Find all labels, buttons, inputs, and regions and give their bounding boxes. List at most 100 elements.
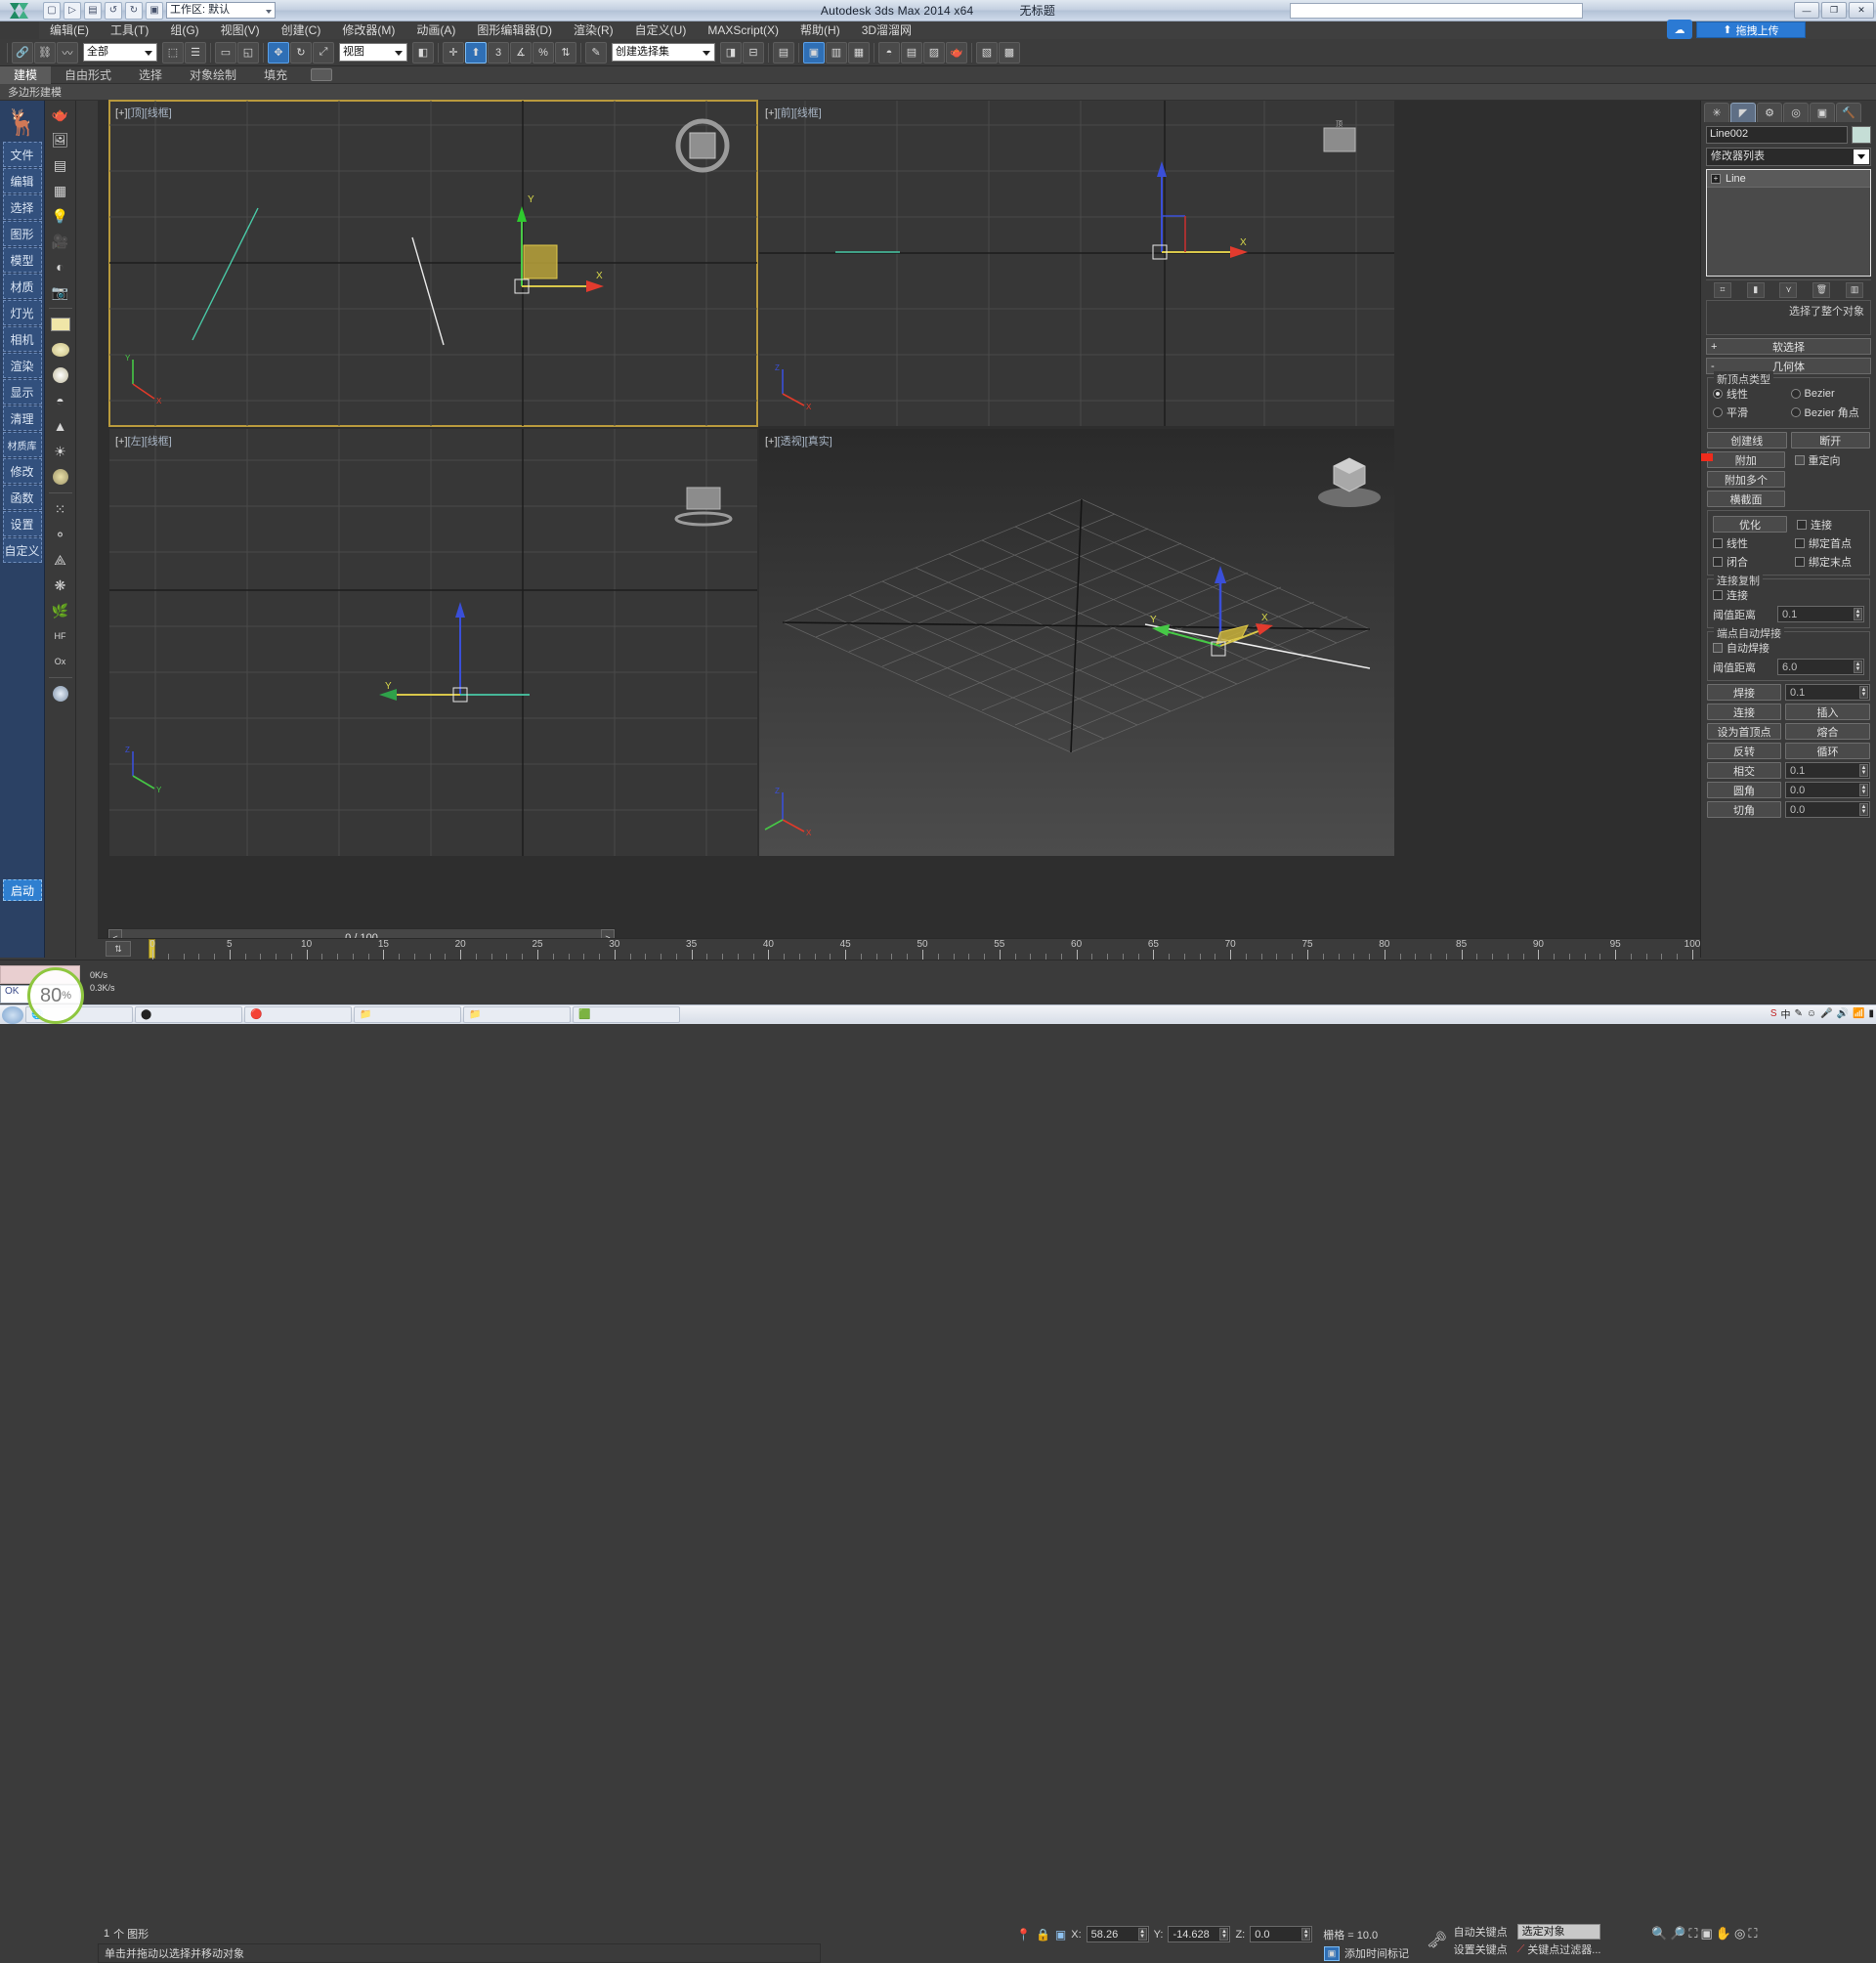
viewport-front-plus[interactable]: [+]: [765, 107, 778, 119]
sidebar-item-material[interactable]: 材质: [2, 274, 42, 299]
tab-display[interactable]: ▣: [1810, 103, 1835, 122]
object-name-field[interactable]: Line002: [1706, 126, 1848, 144]
cross-section-button[interactable]: 横截面: [1707, 491, 1785, 507]
select-and-manipulate-icon[interactable]: ✛: [443, 41, 464, 64]
tab-modify[interactable]: ◤: [1730, 103, 1756, 122]
reverse-button[interactable]: 反转: [1707, 743, 1781, 759]
linear-checkbox[interactable]: 线性: [1713, 535, 1791, 551]
viewport-left-plus[interactable]: [+]: [115, 436, 128, 448]
curve-editor-icon[interactable]: ▥: [826, 41, 847, 64]
menu-item-modifiers[interactable]: 修改器(M): [331, 21, 405, 39]
pin-stack-icon[interactable]: ⌗: [1713, 281, 1731, 298]
open-mini-curve-editor-icon[interactable]: ⇅: [106, 941, 131, 957]
snaps-toggle-icon[interactable]: ⬆: [465, 41, 487, 64]
key-filter-combo[interactable]: 选定对象: [1516, 1924, 1601, 1940]
tray-sogou-icon[interactable]: S: [1770, 1008, 1777, 1019]
grass-icon[interactable]: 🌿: [48, 599, 73, 622]
menu-item-edit[interactable]: 编辑(E): [39, 21, 100, 39]
remove-modifier-icon[interactable]: 🗑: [1812, 281, 1831, 298]
mirror-icon[interactable]: ◨: [720, 41, 742, 64]
tray-emoji-icon[interactable]: ☺: [1807, 1008, 1816, 1019]
viewport-persp-plus[interactable]: [+]: [765, 436, 778, 448]
auto-weld-checkbox[interactable]: 自动焊接: [1713, 640, 1769, 656]
refine-button[interactable]: 优化: [1713, 516, 1787, 533]
closed-checkbox[interactable]: 闭合: [1713, 554, 1791, 570]
tray-network-icon[interactable]: 📶: [1853, 1008, 1864, 1019]
menu-item-3dliuliu[interactable]: 3D溜溜网: [851, 21, 922, 39]
sidebar-item-display[interactable]: 显示: [2, 379, 42, 405]
show-end-result-icon[interactable]: ▮: [1746, 281, 1765, 298]
tab-motion[interactable]: ◎: [1783, 103, 1809, 122]
unwrap-icon[interactable]: ⟁: [48, 548, 73, 572]
scene-explorer-icon[interactable]: ▦: [48, 179, 73, 202]
spinner-updown-icon[interactable]: ▲ ▼: [1854, 608, 1862, 620]
tray-pen-icon[interactable]: ✎: [1795, 1008, 1803, 1019]
cross-insert-button[interactable]: 相交: [1707, 762, 1781, 779]
configure-sets-icon[interactable]: ▥: [1846, 281, 1864, 298]
cone-icon[interactable]: ▲: [48, 414, 73, 438]
viewport-top-shading[interactable]: [线框]: [145, 107, 172, 119]
viewport-left-view[interactable]: [左]: [128, 436, 145, 448]
absolute-relative-icon[interactable]: ▣: [1055, 1928, 1066, 1942]
ribbon-tab-object-paint[interactable]: 对象绘制: [176, 66, 250, 84]
light-settings-icon[interactable]: 💡: [48, 204, 73, 228]
angle-snap-3d-icon[interactable]: 3: [488, 41, 509, 64]
z-coord-field[interactable]: 0.0 ▲ ▼: [1250, 1926, 1313, 1942]
tray-show-desktop[interactable]: ▮: [1868, 1008, 1874, 1019]
sidebar-item-cleanup[interactable]: 清理: [2, 405, 42, 431]
y-spinner-icon[interactable]: ▲ ▼: [1219, 1928, 1229, 1941]
radio-smooth[interactable]: 平滑: [1713, 405, 1787, 420]
chamfer-field[interactable]: 0.0 ▲ ▼: [1785, 801, 1870, 818]
hair-fur-icon[interactable]: HF: [48, 624, 73, 648]
teapot-wire-icon[interactable]: ◓: [48, 389, 73, 412]
ox-hair-icon[interactable]: Ox: [48, 650, 73, 673]
key-filters-label[interactable]: 关键点过滤器...: [1527, 1942, 1600, 1957]
connect-copy-checkbox[interactable]: 连接: [1713, 587, 1748, 603]
taskbar-item-app2[interactable]: 🔴: [244, 1006, 352, 1023]
menu-item-views[interactable]: 视图(V): [210, 21, 271, 39]
array-icon[interactable]: ⁙: [48, 497, 73, 521]
reference-coordinate-combo[interactable]: 视图: [339, 43, 407, 62]
menu-item-customize[interactable]: 自定义(U): [624, 21, 698, 39]
taskbar-item-folder2[interactable]: 📁: [463, 1006, 571, 1023]
modifier-stack-item-line[interactable]: + Line: [1707, 170, 1870, 188]
tab-create[interactable]: ✳: [1704, 103, 1729, 122]
viewport-top-view[interactable]: [顶]: [128, 107, 145, 119]
ribbon-tab-selection[interactable]: 选择: [125, 66, 176, 84]
connect-button[interactable]: 连接: [1707, 704, 1781, 720]
chamfer-button[interactable]: 切角: [1707, 801, 1781, 818]
chevron-down-icon[interactable]: [1854, 149, 1869, 164]
sphere2-icon[interactable]: [48, 682, 73, 705]
search-input[interactable]: [1290, 3, 1583, 19]
track-bar[interactable]: ⇅ 5 10 15 20 25 30 35 40 45 50 55 60 65 70 75 80 85 90 95 1…: [98, 938, 1700, 960]
tray-volume-icon[interactable]: 🔊: [1837, 1008, 1849, 1019]
auto-key-button[interactable]: 自动关键点: [1454, 1924, 1508, 1940]
layer-manager-icon[interactable]: ▤: [773, 41, 794, 64]
select-object-icon[interactable]: ⬚: [162, 41, 184, 64]
menu-item-group[interactable]: 组(G): [159, 21, 209, 39]
pan-view-icon[interactable]: ✋: [1716, 1926, 1731, 1942]
viewport-top-plus[interactable]: [+]: [115, 107, 128, 119]
render-camera-icon[interactable]: 📷: [48, 280, 73, 304]
tray-ime-icon[interactable]: 中: [1781, 1006, 1791, 1021]
radio-bezier-corner[interactable]: Bezier 角点: [1790, 405, 1865, 420]
fillet-field[interactable]: 0.0 ▲ ▼: [1785, 782, 1870, 798]
speed-gauge-widget[interactable]: 80%: [27, 967, 84, 1024]
sidebar-item-select[interactable]: 选择: [2, 194, 42, 220]
sidebar-item-custom[interactable]: 自定义: [2, 537, 42, 563]
taskbar-item-folder1[interactable]: 📁: [354, 1006, 461, 1023]
rectangular-selection-region-icon[interactable]: ▭: [215, 41, 236, 64]
viewport-front[interactable]: X 顶 Z X [+][前][线框]: [759, 101, 1394, 426]
align-icon[interactable]: ⊟: [743, 41, 764, 64]
modifier-list-combo[interactable]: 修改器列表: [1706, 148, 1871, 166]
maximize-viewport-icon[interactable]: ⛶: [1748, 1926, 1757, 1942]
modifier-stack[interactable]: + Line: [1706, 169, 1871, 277]
zoom-extents-icon[interactable]: ⛶: [1688, 1926, 1697, 1942]
connect-checkbox[interactable]: 连接: [1797, 517, 1832, 533]
edit-named-selection-sets-icon[interactable]: ✎: [585, 41, 607, 64]
drag-upload-button[interactable]: ⬆ 拖拽上传: [1696, 21, 1806, 38]
viewport-persp-shading[interactable]: [真实]: [805, 436, 832, 448]
viewport-perspective-label[interactable]: [+][透视][真实]: [765, 433, 832, 448]
sidebar-item-modify[interactable]: 修改: [2, 458, 42, 484]
sidebar-item-edit[interactable]: 编辑: [2, 168, 42, 193]
